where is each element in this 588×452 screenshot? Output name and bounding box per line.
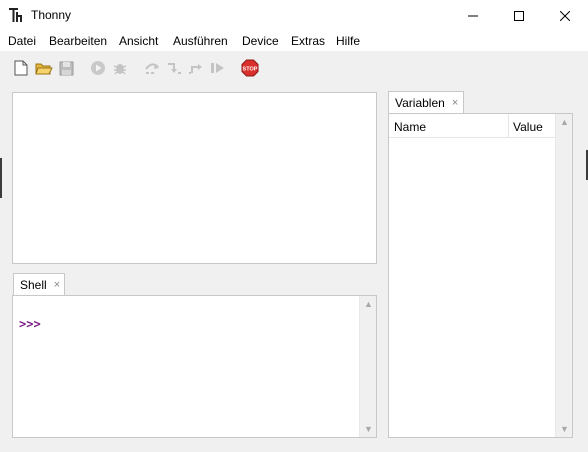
menu-bearbeiten[interactable]: Bearbeiten	[49, 34, 107, 48]
stop-icon[interactable]: STOP	[241, 59, 259, 77]
step-into-icon[interactable]	[165, 59, 183, 77]
new-file-icon[interactable]	[12, 59, 30, 77]
column-header-value[interactable]: Value	[513, 120, 543, 134]
tab-shell-label: Shell	[20, 278, 47, 292]
window-title: Thonny	[31, 8, 72, 22]
maximize-button[interactable]	[496, 0, 542, 31]
menu-datei[interactable]: Datei	[8, 34, 36, 48]
resume-icon[interactable]	[209, 59, 227, 77]
menu-ausfuehren[interactable]: Ausführen	[173, 34, 228, 48]
variables-scrollbar[interactable]: ▲ ▼	[555, 114, 572, 437]
menu-extras[interactable]: Extras	[291, 34, 325, 48]
variables-table-header: Name Value	[389, 114, 557, 138]
step-over-icon[interactable]	[143, 59, 161, 77]
save-icon[interactable]	[57, 59, 75, 77]
thonny-app-icon	[9, 8, 23, 22]
step-out-icon[interactable]	[187, 59, 205, 77]
menu-ansicht[interactable]: Ansicht	[119, 34, 158, 48]
maximize-icon	[514, 10, 524, 21]
shell-prompt: >>>	[19, 317, 41, 331]
window-edge-mark	[0, 158, 2, 198]
debug-icon[interactable]	[111, 59, 129, 77]
tab-variables-label: Variablen	[395, 96, 445, 110]
open-folder-icon[interactable]	[35, 59, 53, 77]
minimize-icon	[468, 15, 478, 16]
tab-variables[interactable]: Variablen ×	[388, 91, 464, 114]
column-divider[interactable]	[508, 114, 509, 138]
variables-panel: Name Value ▲ ▼	[388, 113, 573, 438]
scroll-down-icon[interactable]: ▼	[560, 424, 569, 434]
menu-device[interactable]: Device	[242, 34, 279, 48]
menu-bar: Datei Bearbeiten Ansicht Ausführen Devic…	[0, 31, 588, 51]
close-button[interactable]	[542, 0, 588, 31]
tab-shell-close-icon[interactable]: ×	[54, 279, 60, 291]
minimize-button[interactable]	[450, 0, 496, 31]
scroll-down-icon[interactable]: ▼	[364, 424, 373, 434]
menu-hilfe[interactable]: Hilfe	[336, 34, 360, 48]
code-editor[interactable]	[12, 92, 377, 264]
column-header-name[interactable]: Name	[394, 120, 426, 134]
stop-label: STOP	[243, 67, 258, 73]
toolbar: STOP	[0, 51, 588, 85]
close-icon	[560, 10, 570, 21]
tab-shell[interactable]: Shell ×	[13, 273, 65, 296]
title-bar: Thonny	[0, 0, 588, 31]
tab-variables-close-icon[interactable]: ×	[452, 97, 458, 109]
scroll-up-icon[interactable]: ▲	[560, 117, 569, 127]
shell-panel[interactable]: >>> ▲ ▼	[12, 295, 377, 438]
shell-scrollbar[interactable]: ▲ ▼	[359, 296, 376, 437]
scroll-up-icon[interactable]: ▲	[364, 299, 373, 309]
run-icon[interactable]	[89, 59, 107, 77]
